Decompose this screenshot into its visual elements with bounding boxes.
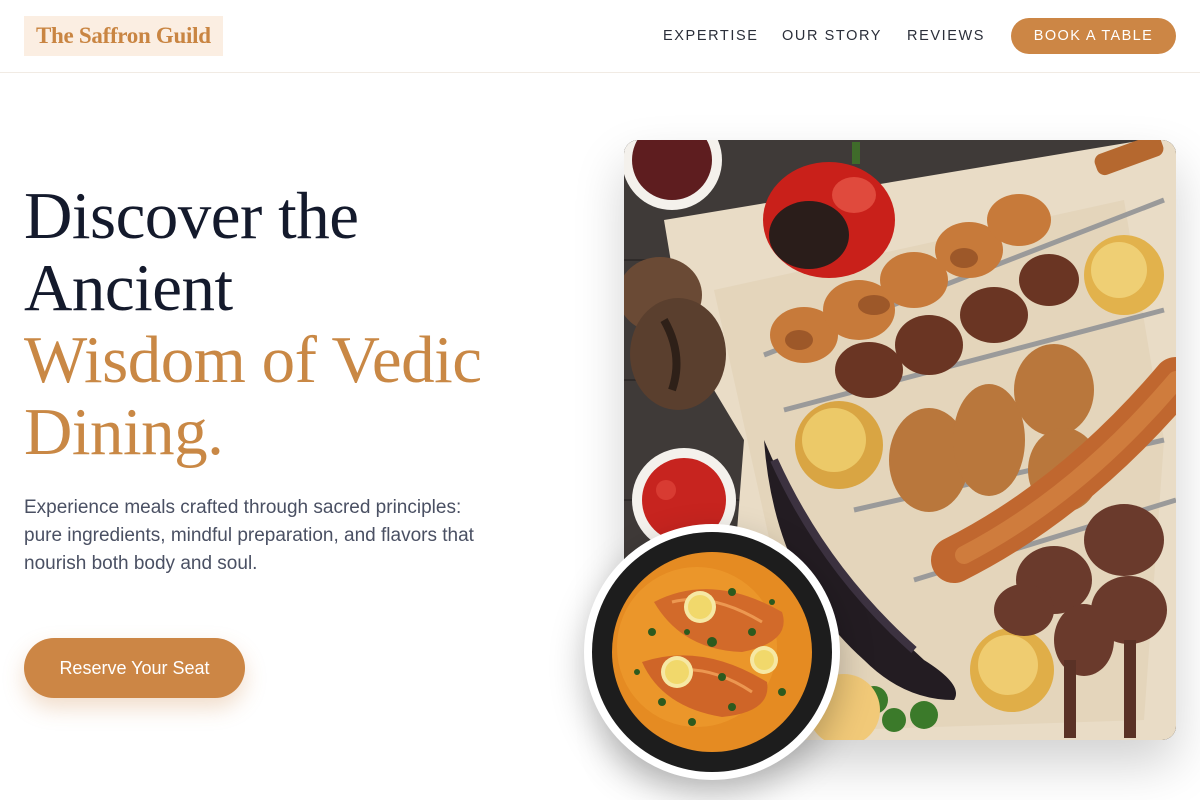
nav-link-expertise[interactable]: EXPERTISE — [663, 26, 759, 46]
hero-headline: Discover the Ancient Wisdom of Vedic Din… — [24, 180, 584, 468]
site-header: The Saffron Guild EXPERTISE OUR STORY RE… — [0, 0, 1200, 73]
headline-accent-line-1: Wisdom of Vedic — [24, 323, 482, 397]
nav-link-our-story[interactable]: OUR STORY — [782, 26, 882, 46]
reserve-seat-button[interactable]: Reserve Your Seat — [24, 638, 245, 698]
nav-link-reviews[interactable]: REVIEWS — [907, 26, 985, 46]
curry-bowl-illustration — [592, 532, 832, 772]
book-table-button[interactable]: BOOK A TABLE — [1011, 18, 1176, 54]
fish-curry-bowl-image — [584, 524, 840, 780]
brand-logo[interactable]: The Saffron Guild — [24, 16, 223, 56]
hero-description: Experience meals crafted through sacred … — [24, 497, 474, 574]
headline-accent-line-2: Dining. — [24, 395, 224, 469]
headline-line-1: Discover the — [24, 179, 359, 253]
headline-line-2: Ancient — [24, 251, 233, 325]
